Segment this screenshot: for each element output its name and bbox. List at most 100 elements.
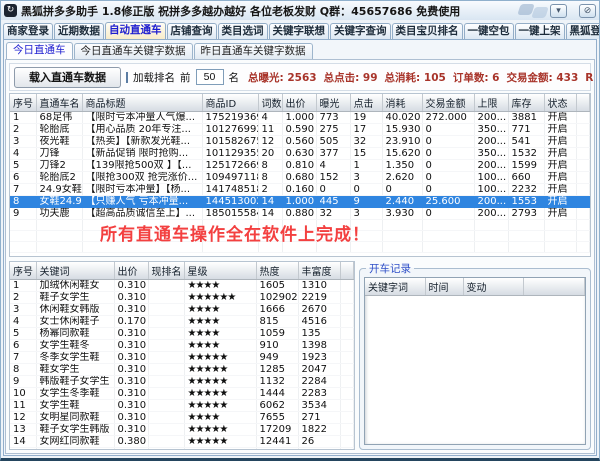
column-header-0[interactable]: 序号 <box>10 94 36 112</box>
drive-record-group: 开车记录 关键字词时间变动 <box>359 261 591 450</box>
bottom-section: 序号关键词出价现排名星级热度丰富度1加绒休闲鞋女0.310★★★★1605131… <box>9 261 591 450</box>
main-tab-0[interactable]: 商家登录 <box>3 23 53 39</box>
main-tab-bar: 商家登录近期数据自动直通车店铺查询类目选词关键字联想关键字查询类目宝贝排名一键空… <box>1 20 599 39</box>
titlebar-decoration <box>531 7 549 18</box>
column-header-11[interactable]: 库存 <box>508 94 544 112</box>
titlebar: ↻ 黑狐拼多多助手 1.8修正版 祝拼多多越办越好 各位老板发财 Q群：4565… <box>1 1 599 20</box>
table-row[interactable]: 724.9女鞋2【限时亏本冲量】【杨...14174851820.1600000… <box>10 184 590 196</box>
minimize-menu-button[interactable]: ▾ <box>550 4 567 18</box>
sub-tab-0[interactable]: 今日直通车 <box>6 42 73 59</box>
table-row[interactable]: 5刀锋2【139限抢500双 】【...12517266980.810411.3… <box>10 160 590 172</box>
rank-count-input[interactable] <box>196 69 224 85</box>
column-header-0[interactable]: 序号 <box>10 262 36 280</box>
column-header-filler <box>576 94 590 112</box>
table-row[interactable]: 3休闲鞋女韩版0.310★★★★16662670 <box>10 304 354 316</box>
column-header-2[interactable]: 商品标题 <box>82 94 202 112</box>
column-header-4[interactable]: 星级 <box>184 262 256 280</box>
table-row[interactable]: 9韩版鞋子女学生0.310★★★★★11322284 <box>10 376 354 388</box>
stat-总消耗: 总消耗: 105 <box>385 72 446 84</box>
main-tab-8[interactable]: 一键空包 <box>464 23 514 39</box>
today-zhitongche-page: 载入直通车数据 加载排名 前 名 总曝光: 2563总点击: 99总消耗: 10… <box>5 59 595 454</box>
sub-tab-1[interactable]: 今日直通车关键字数据 <box>74 43 193 59</box>
table-row[interactable]: 10女学生冬季鞋0.310★★★★★14442283 <box>10 388 354 400</box>
main-tab-6[interactable]: 关键字查询 <box>330 23 391 39</box>
rank-suffix-label: 名 <box>229 70 240 85</box>
table-row[interactable]: 4女士休闲鞋子0.170★★★★8154516 <box>10 316 354 328</box>
column-header-filler <box>340 262 354 280</box>
drive-record-list: 关键字词时间变动 <box>364 277 586 445</box>
main-tab-5[interactable]: 关键字联想 <box>269 23 330 39</box>
main-tab-9[interactable]: 一键上架 <box>515 23 565 39</box>
table-row[interactable]: 8鞋女学生0.310★★★★★12852047 <box>10 364 354 376</box>
window-title: 黑狐拼多多助手 1.8修正版 祝拼多多越办越好 各位老板发财 Q群：456576… <box>21 3 460 19</box>
column-header-10[interactable]: 上限 <box>474 94 508 112</box>
column-header-2[interactable]: 出价 <box>114 262 148 280</box>
column-header-6[interactable]: 丰富度 <box>298 262 340 280</box>
column-header-filler <box>523 278 585 296</box>
main-tab-7[interactable]: 类目宝贝排名 <box>392 23 463 39</box>
load-rank-checkbox[interactable] <box>126 72 128 83</box>
load-zhitongche-data-button[interactable]: 载入直通车数据 <box>14 67 121 88</box>
toolbar: 载入直通车数据 加载排名 前 名 总曝光: 2563总点击: 99总消耗: 10… <box>9 63 591 91</box>
column-header-1[interactable]: 直通车名 <box>36 94 82 112</box>
table-row[interactable]: 8女鞋24.9【只赚人气 亏本冲量...144513002141.0004459… <box>10 196 590 208</box>
column-header-1[interactable]: 关键词 <box>36 262 114 280</box>
app-icon: ↻ <box>4 4 17 17</box>
column-header-8[interactable]: 消耗 <box>382 94 422 112</box>
campaign-table: 序号直通车名商品标题商品ID词数出价曝光点击消耗交易金额上限库存状态168足伟【… <box>10 94 590 253</box>
table-row[interactable]: 11女学生鞋0.310★★★★★60623534 <box>10 400 354 412</box>
table-row[interactable]: 1加绒休闲鞋女0.310★★★★16051310 <box>10 280 354 292</box>
keyword-table: 序号关键词出价现排名星级热度丰富度1加绒休闲鞋女0.310★★★★1605131… <box>10 262 354 450</box>
main-tab-2[interactable]: 自动直通车 <box>105 22 166 39</box>
column-header-1[interactable]: 时间 <box>425 278 463 296</box>
column-header-9[interactable]: 交易金额 <box>422 94 474 112</box>
main-tab-10[interactable]: 黑狐登录 <box>566 23 600 39</box>
keyword-table-container: 序号关键词出价现排名星级热度丰富度1加绒休闲鞋女0.310★★★★1605131… <box>9 261 355 450</box>
stat-总点击: 总点击: 99 <box>324 72 378 84</box>
table-row[interactable]: 6女学生鞋冬0.310★★★★9101398 <box>10 340 354 352</box>
sub-tab-2[interactable]: 昨日直通车关键字数据 <box>194 43 313 59</box>
column-header-3[interactable]: 现排名 <box>148 262 184 280</box>
column-header-2[interactable]: 变动 <box>463 278 523 296</box>
table-row[interactable]: 5杨幂同款鞋0.310★★★★1059135 <box>10 328 354 340</box>
auto-zhitongche-tabpage: 今日直通车今日直通车关键字数据昨日直通车关键字数据 载入直通车数据 加载排名 前… <box>3 39 597 456</box>
close-button[interactable]: ⊘ <box>579 4 596 18</box>
table-row[interactable]: 4刀锋【新品促销 限时抢购...101129355200.6303771515.… <box>10 148 590 160</box>
drive-record-title: 开车记录 <box>366 261 414 276</box>
table-row[interactable]: 9功夫鹿【超高品质诚信至上】...185015584140.8803233.93… <box>10 208 590 220</box>
stat-交易金额: 交易金额: 433 <box>507 72 579 84</box>
stat-ROI比例: ROI比例: 4.09752 <box>585 72 595 84</box>
column-header-5[interactable]: 出价 <box>282 94 316 112</box>
column-header-12[interactable]: 状态 <box>544 94 576 112</box>
table-row[interactable]: 7冬季女学生鞋0.310★★★★★9491923 <box>10 352 354 364</box>
main-tab-4[interactable]: 类目选词 <box>218 23 268 39</box>
load-rank-label: 加载排名 <box>133 70 175 85</box>
stat-总曝光: 总曝光: 2563 <box>248 72 317 84</box>
empty-row <box>10 220 590 231</box>
empty-row <box>10 448 354 451</box>
stat-订单数: 订单数: 6 <box>453 72 500 84</box>
summary-stats: 总曝光: 2563 总点击: 99 总消耗: 105 订单数: 6 交易金额: 433 R… <box>248 70 595 85</box>
column-header-4[interactable]: 词数 <box>258 94 282 112</box>
table-row[interactable]: 3夜光鞋【热卖】【新款发光鞋...101582675120.5605053223… <box>10 136 590 148</box>
sub-tab-bar: 今日直通车今日直通车关键字数据昨日直通车关键字数据 <box>4 40 596 59</box>
drive-record-table: 关键字词时间变动 <box>365 278 585 296</box>
column-header-0[interactable]: 关键字词 <box>365 278 425 296</box>
table-row[interactable]: 14女网红同款鞋0.380★★★★★1244126 <box>10 436 354 448</box>
table-row[interactable]: 2轮胎底【用心品质 20年专注...101276992110.590275171… <box>10 124 590 136</box>
table-row[interactable]: 6轮胎底2【限抢300双 抢完涨价...10949711880.68015232… <box>10 172 590 184</box>
main-tab-1[interactable]: 近期数据 <box>54 23 104 39</box>
empty-row <box>10 242 590 253</box>
table-row[interactable]: 13鞋子女学生韩版0.310★★★★★172091822 <box>10 424 354 436</box>
app-window: ↻ 黑狐拼多多助手 1.8修正版 祝拼多多越办越好 各位老板发财 Q群：4565… <box>0 0 600 461</box>
column-header-6[interactable]: 曝光 <box>316 94 350 112</box>
campaign-table-container: 序号直通车名商品标题商品ID词数出价曝光点击消耗交易金额上限库存状态168足伟【… <box>9 93 591 257</box>
empty-row <box>10 231 590 242</box>
column-header-3[interactable]: 商品ID <box>202 94 258 112</box>
table-row[interactable]: 2鞋子女学生0.310★★★★★★1029022219 <box>10 292 354 304</box>
table-row[interactable]: 168足伟【限时亏本冲量人气爆...17521936941.0007731940… <box>10 112 590 124</box>
column-header-7[interactable]: 点击 <box>350 94 382 112</box>
main-tab-3[interactable]: 店铺查询 <box>167 23 217 39</box>
column-header-5[interactable]: 热度 <box>256 262 298 280</box>
table-row[interactable]: 12女明星同款鞋0.310★★★★7655271 <box>10 412 354 424</box>
